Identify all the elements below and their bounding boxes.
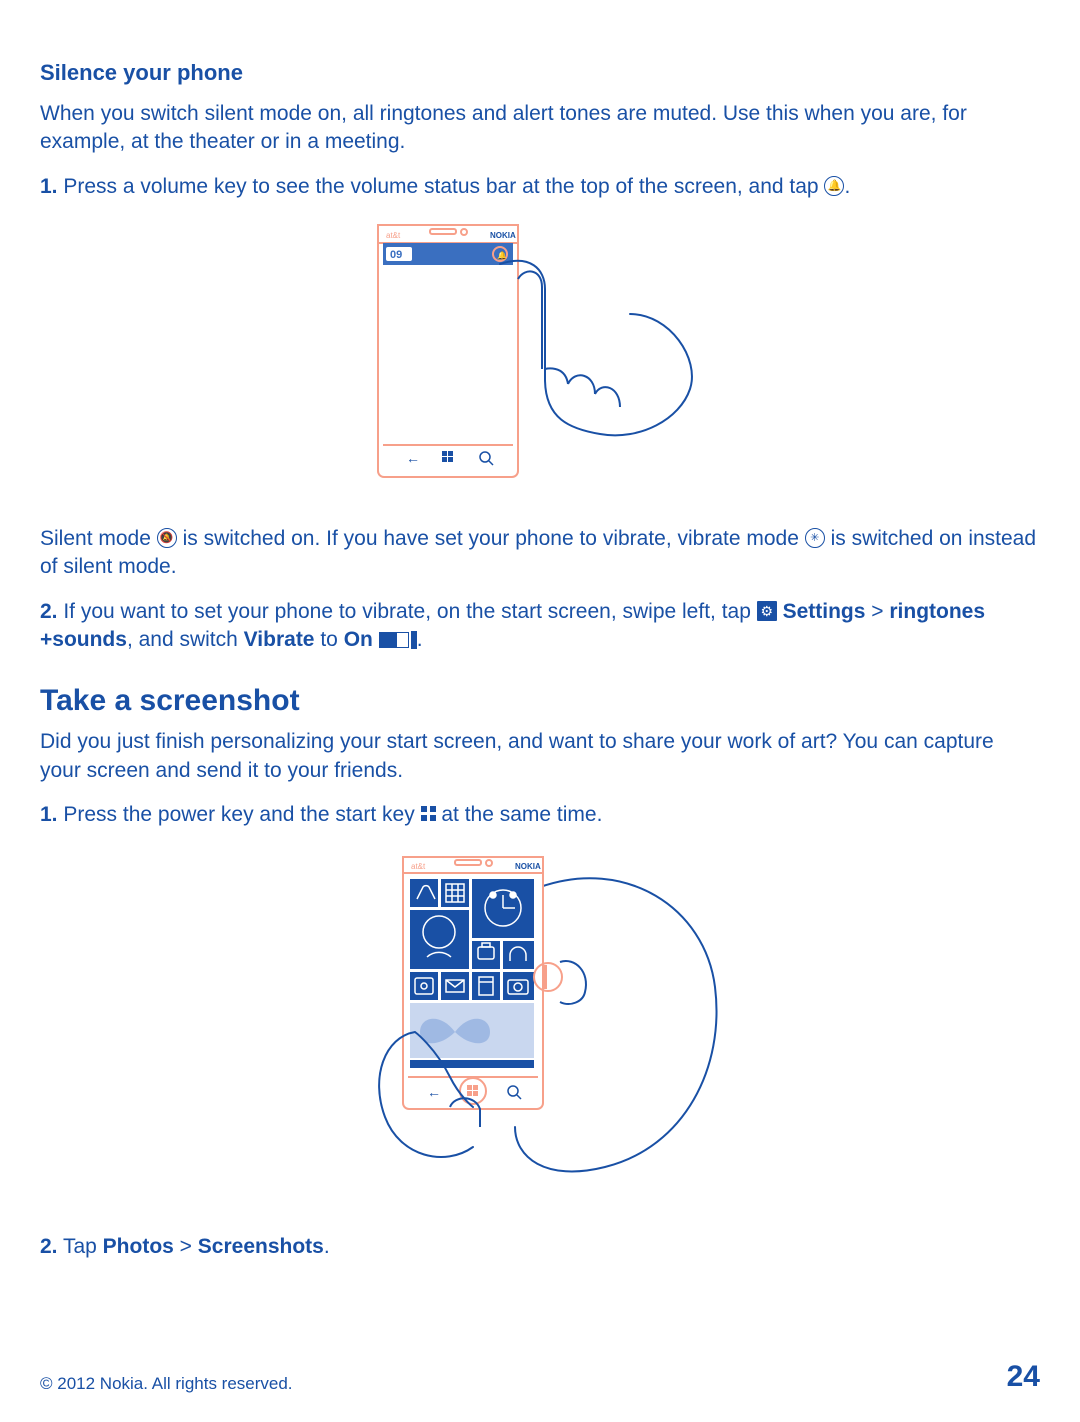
text: , and switch — [127, 628, 244, 651]
svg-text:🔔: 🔔 — [497, 251, 507, 260]
text: > — [865, 600, 889, 623]
step-1-screenshot: 1. Press the power key and the start key… — [40, 801, 1040, 829]
svg-text:←: ← — [406, 450, 420, 466]
svg-text:at&t: at&t — [386, 231, 401, 240]
svg-text:NOKIA: NOKIA — [515, 862, 541, 871]
text: at the same time. — [436, 803, 603, 826]
step-1-silence: 1. Press a volume key to see the volume … — [40, 173, 1040, 201]
toggle-knob-icon — [411, 631, 417, 649]
toggle-on-icon — [379, 632, 409, 648]
step-2-silence: 2. If you want to set your phone to vibr… — [40, 598, 1040, 655]
intro-silence: When you switch silent mode on, all ring… — [40, 100, 1040, 157]
step-number: 1. — [40, 803, 58, 826]
text: to — [315, 628, 344, 651]
photos-label: Photos — [103, 1235, 174, 1258]
page-footer: © 2012 Nokia. All rights reserved. 24 — [40, 1360, 1040, 1394]
step-number: 2. — [40, 600, 58, 623]
step-number: 1. — [40, 175, 58, 198]
screenshots-label: Screenshots — [198, 1235, 324, 1258]
text: Silent mode — [40, 527, 157, 550]
silent-mode-icon: 🔕 — [157, 528, 177, 548]
svg-text:←: ← — [427, 1084, 441, 1100]
svg-text:at&t: at&t — [411, 862, 426, 871]
illustration-screenshot: at&t NOKIA — [345, 847, 735, 1207]
text: is switched on. If you have set your pho… — [177, 527, 805, 550]
vibrate-label: Vibrate — [244, 628, 315, 651]
on-label: On — [344, 628, 373, 651]
subheading-silence: Silence your phone — [40, 60, 1040, 86]
step-text-end: . — [844, 175, 850, 198]
heading-screenshot: Take a screenshot — [40, 684, 1040, 718]
step-text: Press a volume key to see the volume sta… — [58, 175, 825, 198]
step-number: 2. — [40, 1235, 58, 1258]
silent-mode-note: Silent mode 🔕 is switched on. If you hav… — [40, 525, 1040, 582]
text: Press the power key and the start key — [58, 803, 421, 826]
text: Tap — [58, 1235, 103, 1258]
ring-icon: 🔔 — [824, 176, 844, 196]
svg-text:09: 09 — [390, 249, 402, 261]
settings-label: Settings — [783, 600, 866, 623]
copyright: © 2012 Nokia. All rights reserved. — [40, 1374, 293, 1394]
text: . — [324, 1235, 330, 1258]
illustration-tap-volume: at&t NOKIA 09 🔔 ← — [370, 219, 710, 499]
svg-text:NOKIA: NOKIA — [490, 231, 516, 240]
settings-icon: ⚙ — [757, 601, 777, 621]
text: If you want to set your phone to vibrate… — [58, 600, 757, 623]
intro-screenshot: Did you just finish personalizing your s… — [40, 728, 1040, 785]
vibrate-mode-icon: ✳ — [805, 528, 825, 548]
text: > — [174, 1235, 198, 1258]
text: . — [417, 628, 423, 651]
windows-start-icon — [421, 806, 436, 821]
page-number: 24 — [1007, 1360, 1040, 1394]
step-2-screenshot: 2. Tap Photos > Screenshots. — [40, 1233, 1040, 1261]
